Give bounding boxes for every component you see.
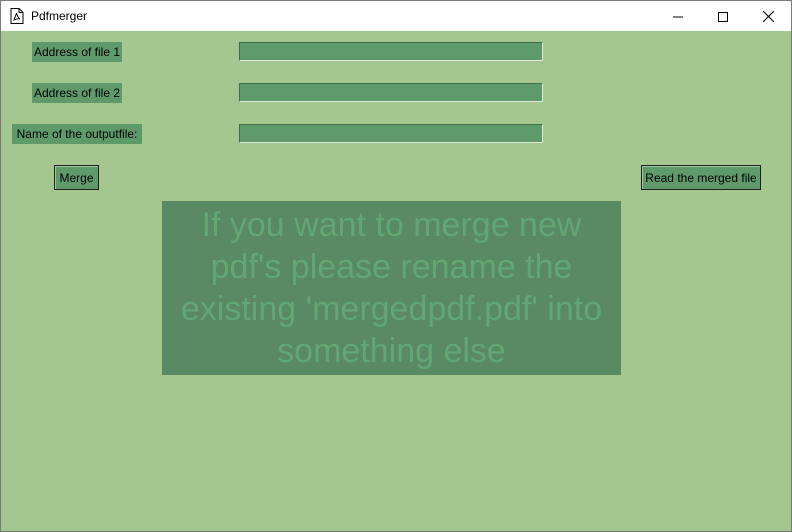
minimize-icon [673, 7, 683, 26]
read-merged-file-button[interactable]: Read the merged file [641, 165, 761, 190]
close-button[interactable] [745, 1, 791, 31]
output-filename-input[interactable] [239, 124, 543, 143]
window-title: Pdfmerger [31, 9, 88, 23]
main-panel: Address of file 1 Address of file 2 Name… [1, 31, 791, 531]
file2-input[interactable] [239, 83, 543, 102]
rename-notice: If you want to merge new pdf's please re… [162, 201, 621, 375]
close-icon [762, 7, 774, 26]
merge-button[interactable]: Merge [54, 165, 99, 190]
maximize-button[interactable] [700, 1, 746, 31]
app-window: Pdfmerger Address of file 1 Address of f… [0, 0, 792, 532]
file2-label: Address of file 2 [32, 83, 122, 103]
maximize-icon [718, 7, 728, 26]
minimize-button[interactable] [655, 1, 701, 31]
title-bar[interactable]: Pdfmerger [1, 1, 791, 31]
output-filename-label: Name of the outputfile: [12, 124, 142, 144]
file1-label: Address of file 1 [32, 42, 122, 62]
file1-input[interactable] [239, 42, 543, 61]
pdf-document-icon [10, 8, 24, 24]
